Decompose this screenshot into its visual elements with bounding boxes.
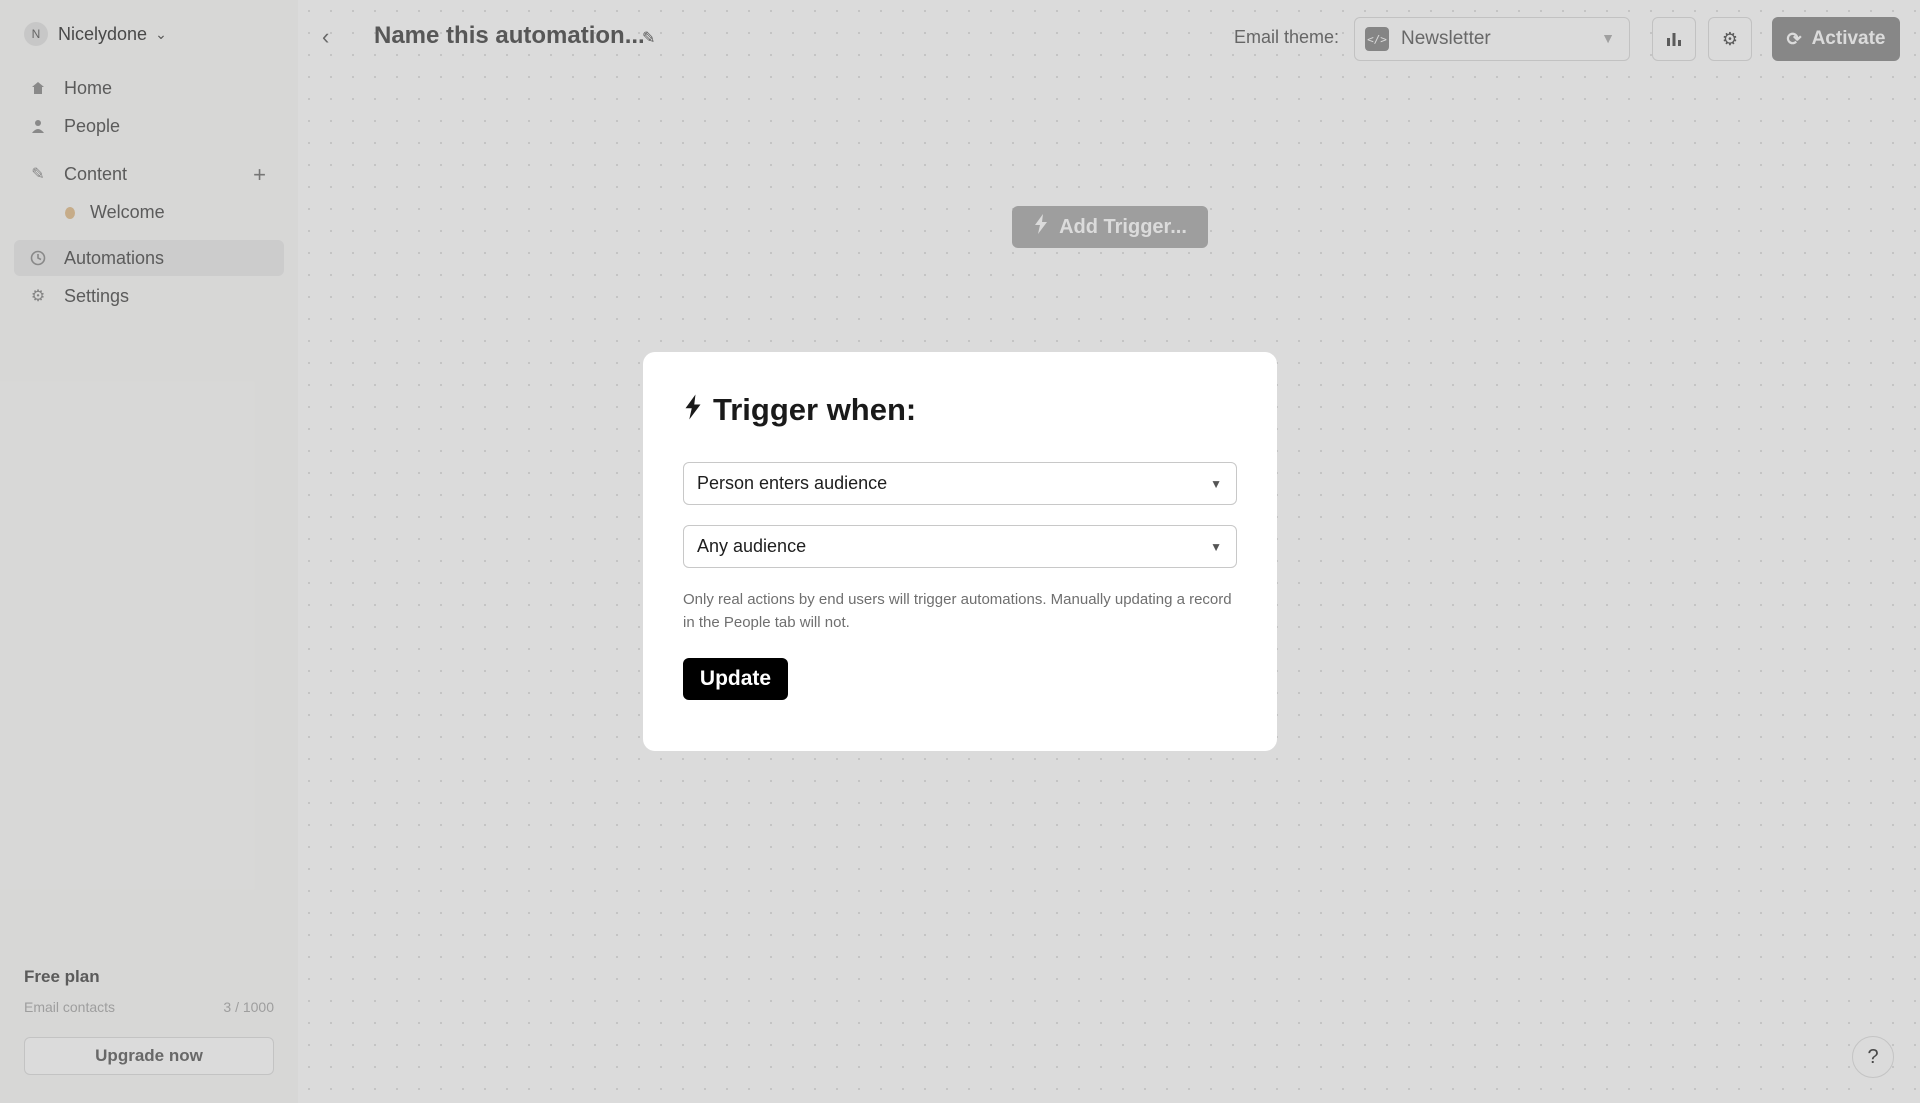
modal-title-text: Trigger when: <box>713 392 917 427</box>
modal-title: Trigger when: <box>683 392 1237 428</box>
trigger-note: Only real actions by end users will trig… <box>683 591 1232 631</box>
lightning-icon <box>683 394 703 427</box>
audience-select[interactable]: Any audience ▼ <box>683 525 1237 568</box>
trigger-modal: Trigger when: Person enters audience ▼ A… <box>643 352 1277 751</box>
caret-down-icon: ▼ <box>1210 477 1222 491</box>
audience-value: Any audience <box>697 536 807 556</box>
update-button[interactable]: Update <box>683 658 788 700</box>
trigger-type-select[interactable]: Person enters audience ▼ <box>683 462 1237 505</box>
trigger-type-value: Person enters audience <box>697 473 888 493</box>
caret-down-icon: ▼ <box>1210 540 1222 554</box>
